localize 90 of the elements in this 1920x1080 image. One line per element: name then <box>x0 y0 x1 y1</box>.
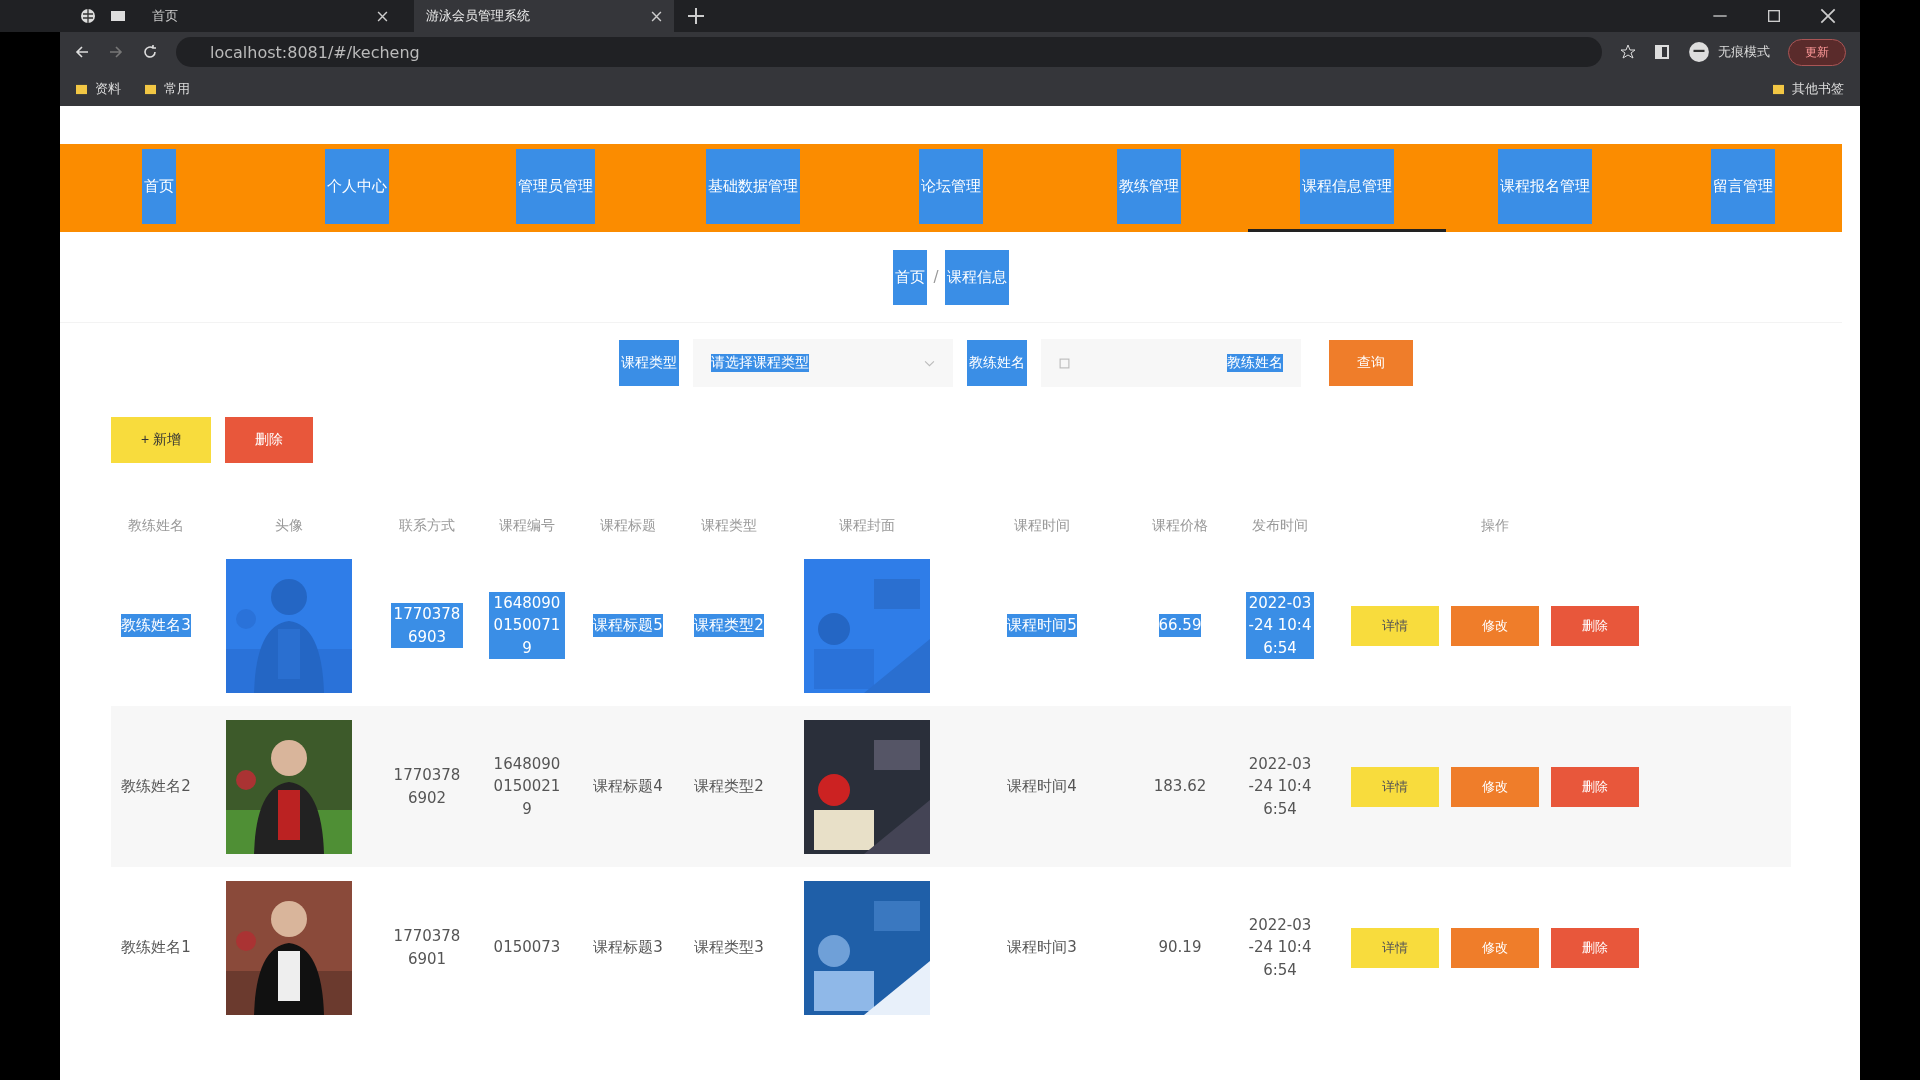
other-bookmarks[interactable]: 其他书签 <box>1773 80 1844 98</box>
breadcrumb-current: 课程信息 <box>944 249 1009 305</box>
plus-icon[interactable] <box>688 8 704 24</box>
nav-item[interactable]: 课程信息管理 <box>1248 144 1446 232</box>
nav-item[interactable]: 教练管理 <box>1050 144 1248 232</box>
table-cell-text: 课程时间4 <box>1007 776 1077 798</box>
restore-icon[interactable] <box>1766 8 1782 24</box>
detail-button[interactable]: 详情 <box>1351 927 1439 968</box>
table-row[interactable]: 教练姓名1 17703786901 0150073 课程标题3 课程类型3 课程时间3 90.19 2022-03-24 10:46:54 详情 修改 删除 <box>111 867 1791 1028</box>
delete-button[interactable]: 删除 <box>1551 766 1639 807</box>
column-header: 课程编号 <box>499 515 555 535</box>
table-cell-text: 课程类型2 <box>694 776 764 798</box>
delete-button[interactable]: 删除 <box>225 417 314 463</box>
table-row[interactable]: 教练姓名3 17703786903 164809001500719 课程标题5 课程类型2 课程时间5 66.59 2022-03-24 10:46:54 详情 修改 删除 <box>111 545 1791 706</box>
table-cell: 2022-03-24 10:46:54 <box>1246 591 1314 660</box>
table-cell-text: 课程时间3 <box>1007 937 1077 959</box>
sidebar-icon[interactable] <box>1654 44 1670 60</box>
close-icon[interactable] <box>651 10 662 22</box>
folder-icon <box>145 83 156 95</box>
forward-icon[interactable] <box>108 44 124 60</box>
field-label: 教练姓名 <box>967 340 1027 386</box>
edit-button[interactable]: 修改 <box>1451 927 1539 968</box>
nav-item[interactable]: 基础数据管理 <box>654 144 852 232</box>
table-cell: 课程标题5 <box>593 614 663 637</box>
course-type-select[interactable]: 请选择课程类型 <box>693 339 953 387</box>
table-row[interactable]: 教练姓名2 17703786902 164809001500219 课程标题4 课程类型2 课程时间4 183.62 2022-03-24 10:46:54 详情 修改 删除 <box>111 706 1791 867</box>
browser-tab[interactable]: 首页 <box>140 0 400 32</box>
column-header: 课程类型 <box>701 515 757 535</box>
back-icon[interactable] <box>74 44 90 60</box>
table-cell-text: 课程标题4 <box>593 776 663 798</box>
column-header: 课程时间 <box>1014 515 1070 535</box>
bookmark[interactable]: 资料 <box>76 80 121 98</box>
column-header: 教练姓名 <box>128 515 184 535</box>
delete-button[interactable]: 删除 <box>1551 605 1639 646</box>
update-button[interactable]: 更新 <box>1788 38 1846 66</box>
globe-icon[interactable] <box>80 8 96 24</box>
column-header: 联系方式 <box>399 515 455 535</box>
table-cell-text: 183.62 <box>1153 776 1207 798</box>
table-cell: 课程类型2 <box>694 614 764 637</box>
table-cell-text: 课程类型3 <box>694 937 764 959</box>
nav-item[interactable]: 首页 <box>60 144 258 232</box>
column-header: 发布时间 <box>1252 515 1308 535</box>
add-button[interactable]: + 新增 <box>111 417 212 463</box>
bookmark[interactable]: 常用 <box>145 80 190 98</box>
table-cell: 17703786903 <box>391 603 463 648</box>
close-icon[interactable] <box>1820 8 1836 24</box>
table-cell-text: 17703786901 <box>392 926 462 970</box>
column-header: 课程价格 <box>1152 515 1208 535</box>
incognito-icon[interactable] <box>1688 41 1710 63</box>
table-cell-text: 2022-03-24 10:46:54 <box>1247 914 1313 981</box>
nav-item[interactable]: 课程报名管理 <box>1446 144 1644 232</box>
table-cell: 164809001500719 <box>489 591 565 660</box>
table-cell: 课程时间5 <box>1007 614 1077 637</box>
delete-button[interactable]: 删除 <box>1551 927 1639 968</box>
star-icon[interactable] <box>1620 44 1636 60</box>
column-header: 课程标题 <box>600 515 656 535</box>
reload-icon[interactable] <box>142 44 158 60</box>
browser-tab[interactable]: 游泳会员管理系统 <box>414 0 674 32</box>
table-cell: 教练姓名3 <box>121 614 191 637</box>
edit-button[interactable]: 修改 <box>1451 766 1539 807</box>
column-header: 操作 <box>1481 515 1509 535</box>
nav-item[interactable]: 论坛管理 <box>852 144 1050 232</box>
table-cell: 66.59 <box>1158 614 1202 637</box>
table-cell-text: 课程标题3 <box>593 937 663 959</box>
address-field[interactable]: localhost:8081/#/kecheng <box>176 37 1602 67</box>
table-cell-text: 164809001500219 <box>492 753 562 820</box>
field-label: 课程类型 <box>619 340 679 386</box>
folder-icon <box>1773 83 1784 95</box>
column-header: 课程封面 <box>838 515 895 535</box>
breadcrumb-link[interactable]: 首页 <box>893 249 928 305</box>
edit-button[interactable]: 修改 <box>1451 605 1539 646</box>
table-cell-text: 教练姓名2 <box>121 776 191 798</box>
profile-label: 无痕模式 <box>1718 43 1770 61</box>
table-cell-text: 2022-03-24 10:46:54 <box>1247 753 1313 820</box>
table-cell-text: 教练姓名1 <box>121 937 191 959</box>
breadcrumb-separator: / <box>933 268 939 286</box>
table-cell-text: 0150073 <box>493 937 561 959</box>
table-cell-text: 90.19 <box>1158 937 1202 959</box>
detail-button[interactable]: 详情 <box>1351 766 1439 807</box>
nav-item[interactable]: 管理员管理 <box>456 144 654 232</box>
detail-button[interactable]: 详情 <box>1351 605 1439 646</box>
column-header: 头像 <box>275 515 303 535</box>
folder-icon <box>76 83 87 95</box>
coach-name-field[interactable]: 教练姓名 <box>1041 339 1301 387</box>
nav-item[interactable]: 个人中心 <box>258 144 456 232</box>
search-button[interactable]: 查询 <box>1329 340 1413 386</box>
window-icon[interactable] <box>110 8 126 24</box>
table-cell-text: 17703786902 <box>392 765 462 809</box>
nav-item[interactable]: 留言管理 <box>1644 144 1842 232</box>
close-icon[interactable] <box>377 10 388 22</box>
